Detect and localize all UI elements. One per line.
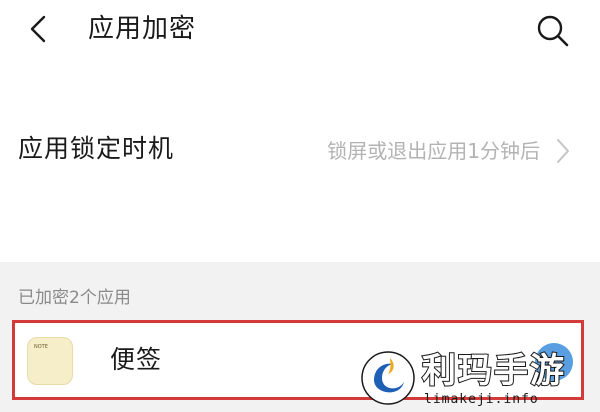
chevron-right-icon [557,139,569,163]
chevron-left-icon[interactable] [26,14,52,44]
notes-app-icon-text: NOTE [34,344,48,350]
app-name: 便签 [110,345,163,374]
lock-timing-row[interactable]: 应用锁定时机 锁屏或退出应用1分钟后 [0,110,600,190]
lock-timing-label: 应用锁定时机 [18,134,175,163]
page-title: 应用加密 [88,14,197,44]
top-bar: 应用加密 [0,0,600,62]
search-icon[interactable] [534,12,572,50]
watermark-title: 利玛手游 [421,351,566,391]
encrypted-apps-section-label: 已加密2个应用 [18,288,131,308]
watermark: 利玛手游 limakeji.info [352,346,600,412]
settings-card: 应用锁定时机 锁屏或退出应用1分钟后 [0,62,600,262]
watermark-logo-icon [361,351,415,405]
watermark-url: limakeji.info [424,392,539,407]
notes-app-icon: NOTE [27,337,73,385]
lock-timing-value: 锁屏或退出应用1分钟后 [327,139,540,163]
